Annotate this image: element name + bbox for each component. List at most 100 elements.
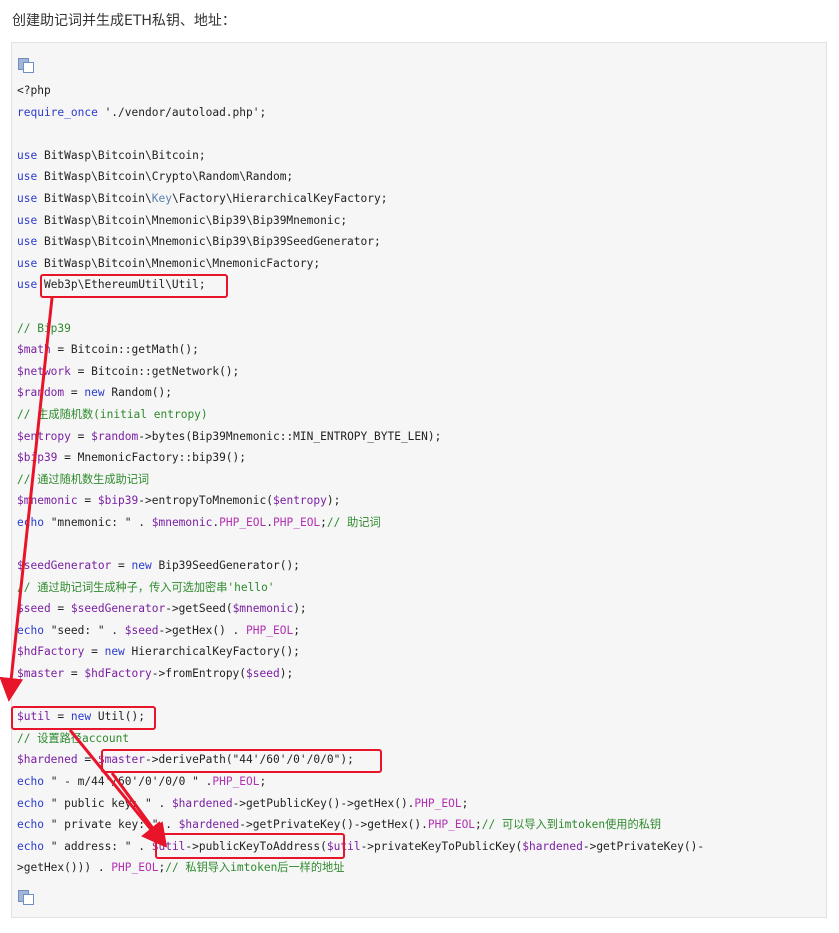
code-token: PHP_EOL — [273, 515, 321, 529]
code-token: $bip39 — [17, 451, 58, 465]
code-token: ->bytes(Bip39Mnemonic::MIN_ENTROPY_BYTE_… — [138, 429, 442, 443]
code-token: ; — [475, 818, 482, 832]
code-token: = MnemonicFactory::bip39(); — [57, 451, 247, 465]
code-token: = — [77, 753, 98, 767]
code-token: ->fromEntropy( — [151, 667, 247, 681]
code-line: echo "seed: " . $seed->getHex() . PHP_EO… — [17, 620, 704, 642]
code-token: $network — [17, 364, 71, 378]
code-token: $hdFactory — [84, 667, 152, 681]
code-token: " private key: " . — [43, 818, 179, 832]
code-token: ->getPrivateKey()->getHex(). — [239, 818, 428, 832]
code-token: "seed: " . — [43, 623, 125, 637]
code-line: $hdFactory = new HierarchicalKeyFactory(… — [17, 641, 704, 663]
code-token: $hardened — [522, 839, 583, 853]
code-token: ; — [259, 775, 267, 788]
code-token: BitWasp\Bitcoin\Mnemonic\Bip39\Bip39Mnem… — [37, 213, 348, 227]
page-heading: 创建助记词并生成ETH私钥、地址： — [12, 13, 236, 29]
code-line: echo " - m/44'/60'/0'/0/0 " .PHP_EOL; — [17, 771, 704, 793]
code-line: $master = $hdFactory->fromEntropy($seed)… — [17, 663, 704, 685]
code-token: // 私钥导入imtoken后一样的地址 — [165, 861, 345, 875]
code-token: BitWasp\Bitcoin\Mnemonic\MnemonicFactory… — [37, 256, 321, 270]
code-token: ; — [293, 623, 300, 637]
code-token: PHP_EOL — [212, 775, 260, 788]
code-token: // 助记词 — [326, 515, 381, 529]
code-token: = Bitcoin::getNetwork(); — [70, 364, 240, 378]
code-token: // 通过助记词生成种子，传入可选加密串'hello' — [17, 580, 275, 594]
code-token: $seed — [17, 602, 51, 616]
code-token: use — [17, 278, 38, 292]
code-line: $seed = $seedGenerator->getSeed($mnemoni… — [17, 598, 704, 620]
code-line: $network = Bitcoin::getNetwork(); — [17, 361, 704, 383]
code-line: $seedGenerator = new Bip39SeedGenerator(… — [17, 555, 704, 577]
code-token: ->getHex() . — [158, 623, 247, 637]
code-token: $random — [91, 429, 139, 443]
code-token: // 通过随机数生成助记词 — [17, 472, 150, 486]
code-token: use — [17, 256, 38, 270]
code-line: use BitWasp\Bitcoin\Mnemonic\MnemonicFac… — [17, 253, 704, 275]
code-token: $math — [17, 343, 51, 357]
code-token: $random — [17, 386, 65, 400]
code-token: ->getPublicKey()->getHex(). — [232, 796, 415, 810]
code-token: PHP_EOL — [427, 818, 476, 832]
highlight-use-util — [40, 274, 228, 298]
code-token: $seedGenerator — [70, 602, 166, 616]
code-token: new — [131, 559, 152, 573]
code-line: $random = new Random(); — [17, 382, 704, 404]
code-token: " public key: " . — [43, 796, 172, 810]
code-token: HierarchicalKeyFactory(); — [124, 645, 300, 659]
code-token: $hardened — [178, 818, 240, 832]
code-token: $mnemonic — [17, 494, 78, 508]
code-line: >getHex())) . PHP_EOL;// 私钥导入imtoken后一样的… — [17, 857, 704, 879]
code-line: // Bip39 — [17, 318, 704, 340]
code-line: $math = Bitcoin::getMath(); — [17, 339, 704, 361]
highlight-util-new — [11, 706, 156, 730]
highlight-derive-path — [101, 749, 382, 773]
code-token: = — [70, 429, 92, 443]
code-token: echo — [17, 796, 44, 810]
code-token: $hdFactory — [17, 645, 85, 659]
code-token: './vendor/autoload.php'; — [97, 105, 267, 119]
code-token: Key — [151, 191, 172, 205]
code-token: . — [266, 515, 274, 529]
code-token: // 可以导入到imtoken使用的私钥 — [481, 818, 662, 832]
code-line: // 通过随机数生成助记词 — [17, 469, 704, 491]
code-token: $master — [17, 667, 65, 681]
code-token: BitWasp\Bitcoin\ — [37, 191, 152, 205]
code-token: // 设置路径account — [17, 731, 130, 745]
code-token: $seedGenerator — [17, 559, 112, 573]
code-line: use BitWasp\Bitcoin\Crypto\Random\Random… — [17, 166, 704, 188]
code-token: $bip39 — [97, 494, 139, 508]
code-token: = — [111, 559, 132, 573]
code-token: use — [17, 235, 38, 249]
code-token: >getHex())) . — [17, 861, 112, 875]
copy-code-icon[interactable] — [18, 890, 34, 905]
code-token: " address: " . — [43, 839, 152, 853]
code-token: ->entropyToMnemonic( — [138, 494, 273, 508]
code-line: use BitWasp\Bitcoin\Mnemonic\Bip39\Bip39… — [17, 231, 704, 253]
code-line: $mnemonic = $bip39->entropyToMnemonic($e… — [17, 490, 704, 512]
code-token: $mnemonic — [232, 602, 294, 616]
code-token: $mnemonic — [151, 515, 213, 529]
code-token: // 生成随机数(initial entropy) — [17, 407, 208, 421]
code-line: <?php — [17, 80, 704, 102]
code-token: \Factory\HierarchicalKeyFactory; — [171, 191, 388, 205]
code-token: PHP_EOL — [246, 623, 294, 637]
code-token: ); — [279, 667, 294, 681]
code-token: ->getSeed( — [165, 602, 233, 616]
code-line: echo " private key: " . $hardened->getPr… — [17, 814, 704, 836]
code-token: require_once — [17, 105, 98, 119]
code-token: BitWasp\Bitcoin\Mnemonic\Bip39\Bip39Seed… — [37, 235, 381, 249]
code-token: = — [64, 386, 85, 400]
code-token: "mnemonic: " . — [43, 515, 152, 529]
code-token: $seed — [124, 623, 159, 637]
code-token: $seed — [246, 667, 280, 681]
code-token: ); — [326, 494, 341, 508]
code-line: echo " public key: " . $hardened->getPub… — [17, 793, 704, 815]
copy-code-icon[interactable] — [18, 58, 34, 73]
code-token: $entropy — [17, 429, 71, 443]
code-token: use — [17, 191, 38, 205]
code-token: ); — [293, 602, 307, 616]
